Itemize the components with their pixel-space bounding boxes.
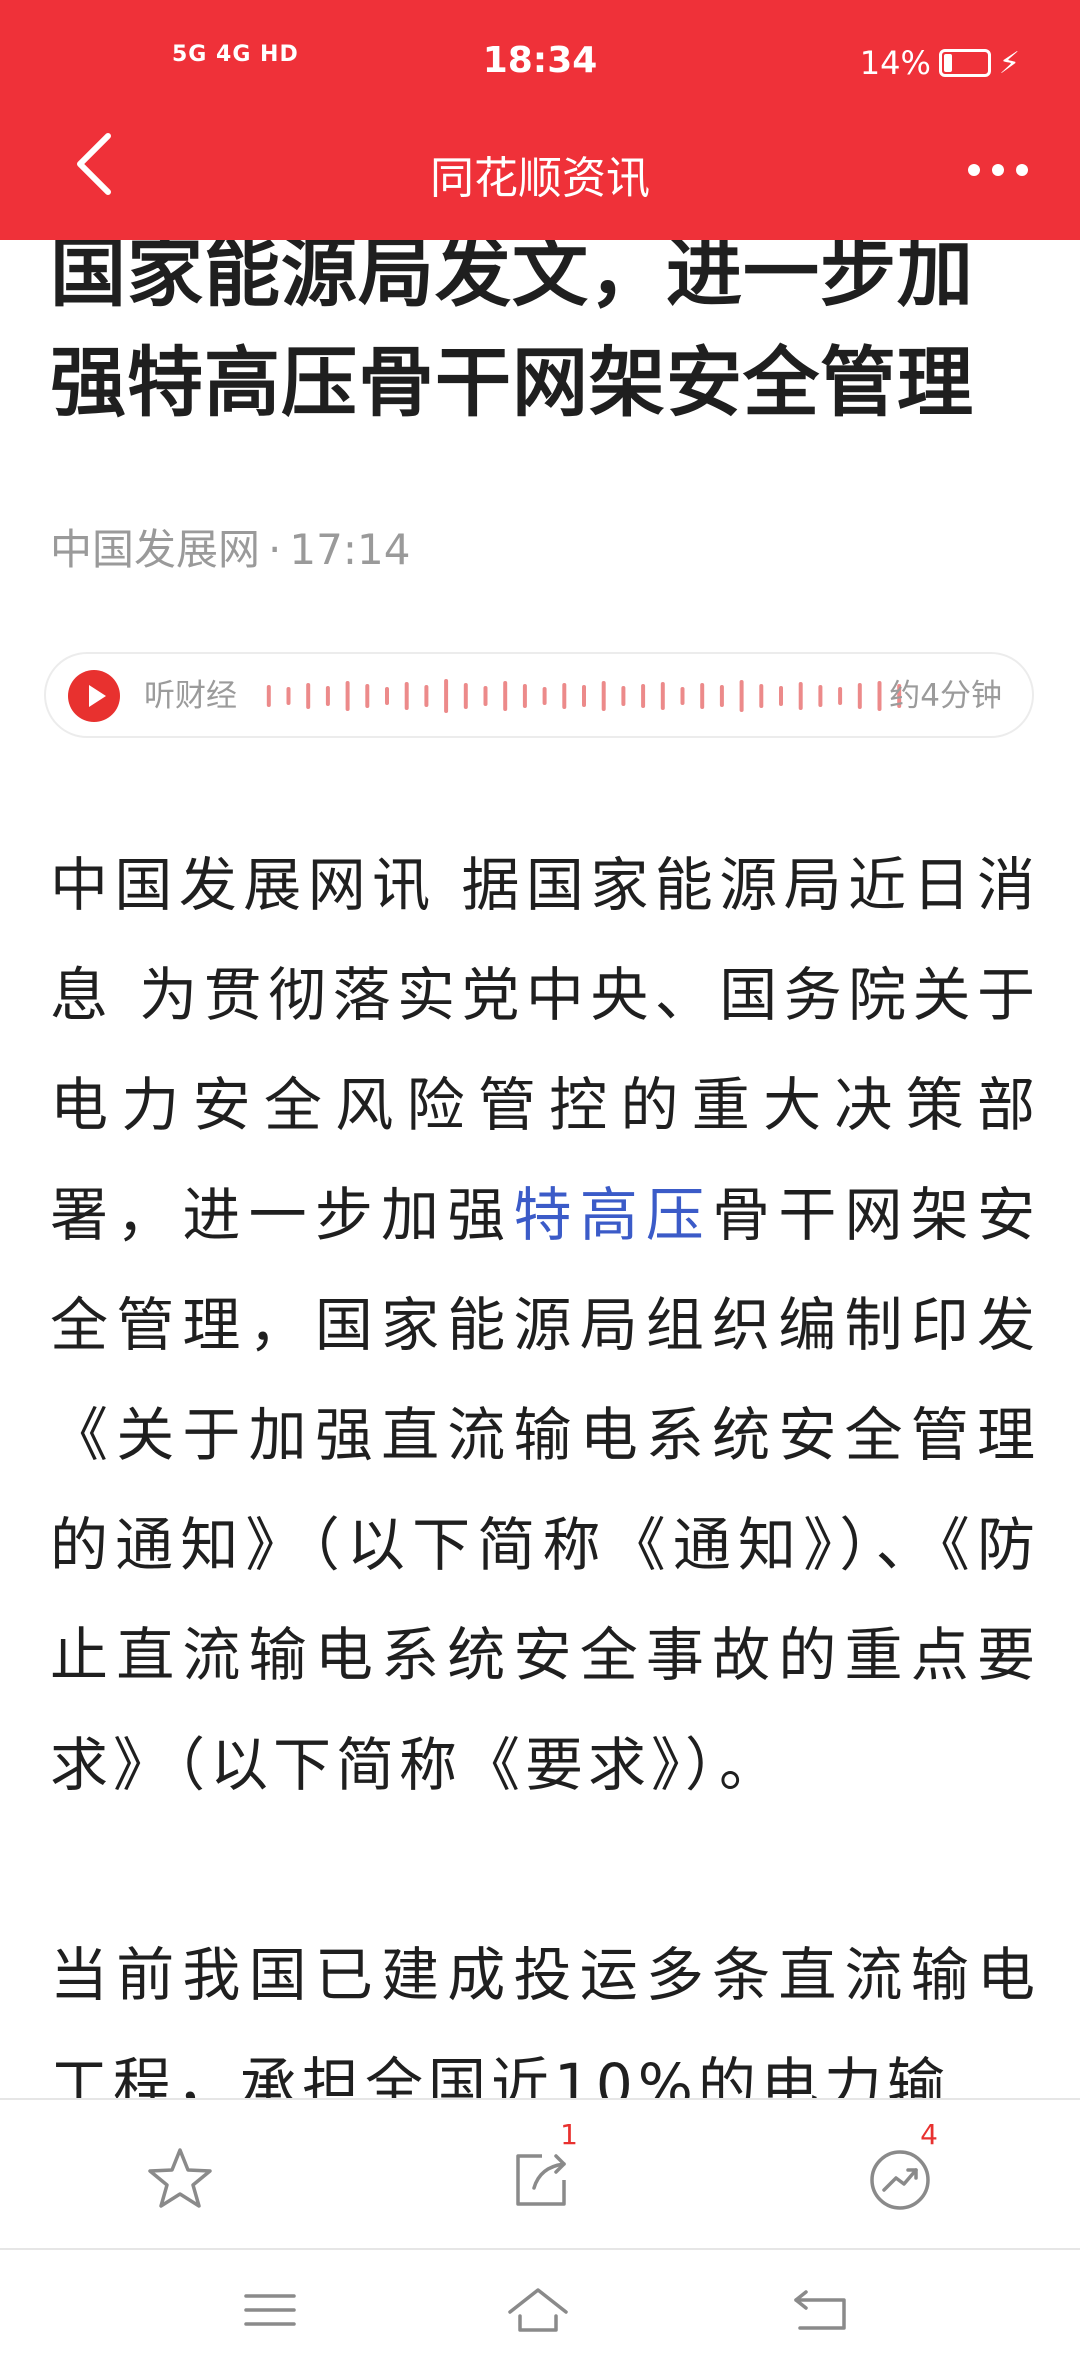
- waveform-icon: [266, 679, 902, 713]
- app-header: 5G 4G HD 18:34 14% ⚡ 同花顺资讯: [0, 0, 1080, 240]
- trend-button[interactable]: 4: [860, 2118, 940, 2218]
- waveform-bar: [680, 687, 685, 705]
- waveform-bar: [463, 683, 468, 709]
- waveform-bar: [641, 684, 646, 708]
- bottom-toolbar: 1 4: [0, 2098, 1080, 2250]
- battery-percent: 14%: [859, 44, 931, 82]
- keyword-link[interactable]: 特高压: [513, 1181, 712, 1249]
- home-icon[interactable]: [508, 2280, 568, 2340]
- favorite-button[interactable]: [140, 2138, 220, 2218]
- waveform-bar: [286, 687, 291, 705]
- trend-count-badge: 4: [920, 2118, 938, 2151]
- waveform-bar: [404, 682, 409, 710]
- audio-duration: 约4分钟: [889, 678, 1002, 714]
- waveform-bar: [562, 683, 567, 709]
- waveform-bar: [503, 681, 508, 711]
- waveform-bar: [385, 687, 389, 705]
- waveform-bar: [601, 681, 606, 711]
- app-screen: 国家能源局发文，进一步加强特高压骨干网架安全管理 中国发展网 · 17:14 听财经…: [0, 0, 1080, 2376]
- waveform-bar: [444, 679, 449, 713]
- waveform-bar: [877, 681, 882, 711]
- waveform-bar: [365, 684, 370, 708]
- article-paragraph-1: 中国发展网讯 据国家能源局近日消息 为贯彻落实党中央、国务院关于电力安全风险管控…: [50, 830, 1040, 1820]
- system-nav-bar: [0, 2250, 1080, 2376]
- waveform-bar: [719, 685, 724, 707]
- article-source: 中国发展网: [50, 525, 261, 574]
- waveform-bar: [424, 685, 429, 707]
- share-button[interactable]: 1: [500, 2118, 580, 2218]
- waveform-bar: [739, 680, 744, 712]
- meta-separator: ·: [268, 525, 282, 574]
- battery-status: 14% ⚡: [860, 44, 1020, 82]
- audio-label: 听财经: [144, 678, 237, 714]
- waveform-bar: [779, 686, 783, 706]
- waveform-bar: [857, 683, 862, 709]
- waveform-bar: [266, 685, 271, 707]
- waveform-bar: [582, 685, 586, 707]
- waveform-bar: [542, 687, 547, 705]
- article-meta: 中国发展网 · 17:14: [50, 516, 410, 577]
- article-time: 17:14: [289, 525, 411, 574]
- audio-player[interactable]: 听财经 约4分钟: [44, 652, 1034, 738]
- recent-apps-icon[interactable]: [240, 2280, 300, 2340]
- waveform-bar: [345, 681, 350, 711]
- waveform-bar: [306, 683, 311, 709]
- waveform-bar: [798, 682, 803, 710]
- waveform-bar: [660, 682, 665, 710]
- waveform-bar: [818, 685, 823, 707]
- system-back-icon[interactable]: [790, 2280, 850, 2340]
- waveform-bar: [522, 684, 527, 708]
- play-icon[interactable]: [68, 670, 120, 722]
- waveform-bar: [700, 683, 705, 709]
- charging-icon: ⚡: [998, 45, 1020, 81]
- waveform-bar: [621, 686, 626, 706]
- waveform-bar: [759, 684, 764, 708]
- paragraph-text: 骨干网架安全管理，国家能源局组织编制印发《关于加强直流输电系统安全管理的通知》（…: [50, 1181, 1040, 1799]
- share-count-badge: 1: [560, 2118, 578, 2151]
- article-title: 国家能源局发文，进一步加强特高压骨干网架安全管理: [50, 228, 974, 427]
- more-icon[interactable]: [966, 150, 1030, 190]
- waveform-bar: [483, 686, 488, 706]
- waveform-bar: [838, 687, 843, 705]
- page-title: 同花顺资讯: [430, 153, 650, 204]
- battery-icon: [938, 49, 991, 77]
- status-bar: 5G 4G HD 18:34 14% ⚡: [0, 0, 1080, 130]
- star-icon: [148, 2148, 212, 2208]
- waveform-bar: [325, 686, 330, 706]
